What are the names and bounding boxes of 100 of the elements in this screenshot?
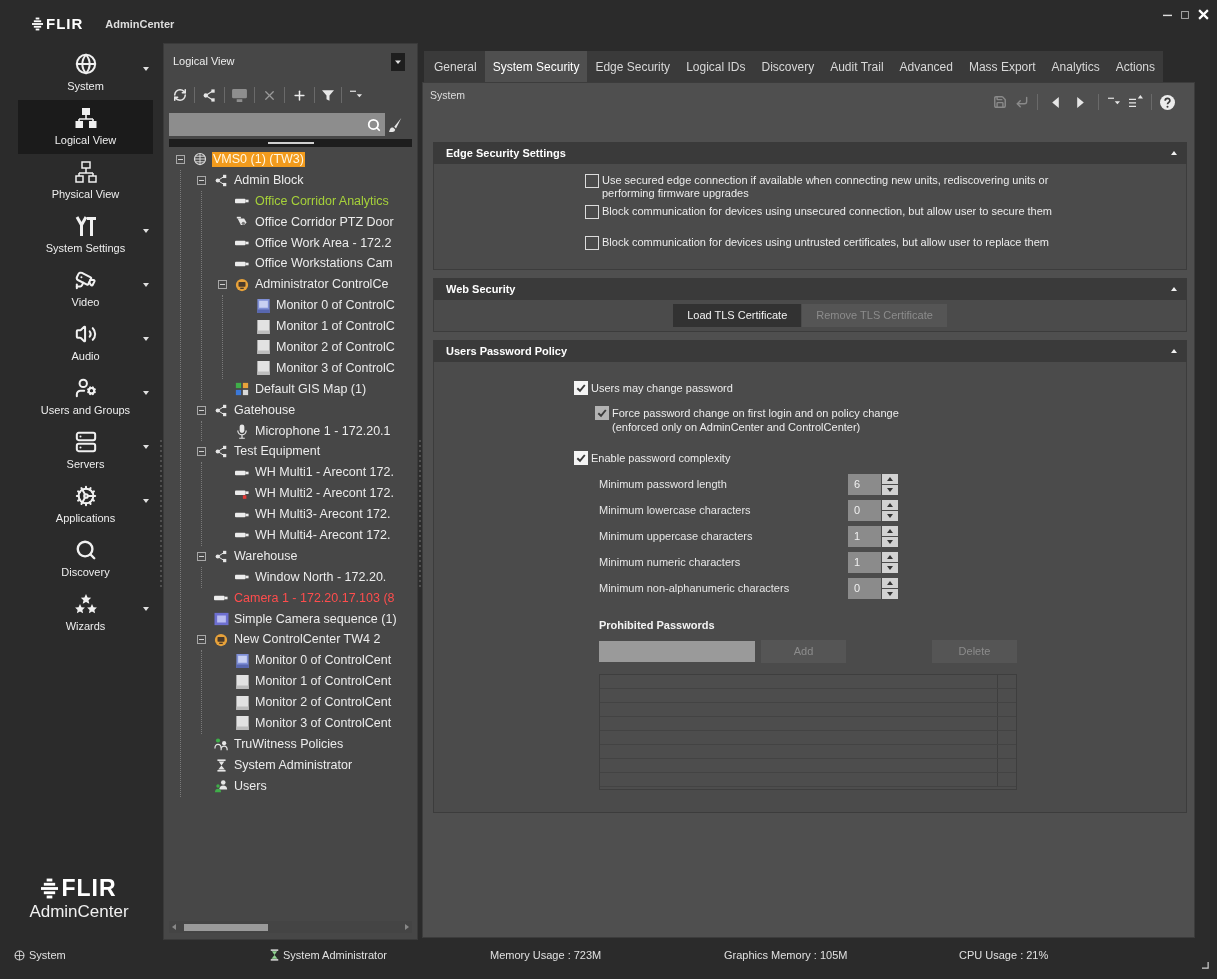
nav-item[interactable]: Servers — [18, 424, 153, 478]
tree-item[interactable]: System Administrator — [233, 757, 354, 773]
tree-item[interactable]: Monitor 3 of ControlCent — [254, 716, 393, 731]
tree-item[interactable]: Admin Block — [233, 172, 305, 188]
tree-item[interactable]: Administrator ControlCe — [254, 277, 390, 293]
collapse-toggle-icon[interactable] — [196, 447, 206, 457]
spin-down-button[interactable] — [882, 588, 898, 599]
password-input[interactable] — [599, 640, 755, 662]
tab[interactable]: Analytics — [1043, 51, 1108, 82]
nav-item[interactable]: System — [18, 46, 153, 100]
previous-icon[interactable] — [1052, 96, 1059, 108]
maximize-icon[interactable] — [1181, 10, 1189, 19]
collapse-toggle-icon[interactable] — [196, 405, 206, 415]
tree-item[interactable]: Warehouse — [233, 548, 299, 564]
tree-item[interactable]: Monitor 0 of ControlCent — [254, 653, 393, 669]
tree-item[interactable]: Monitor 1 of ControlC — [275, 319, 396, 335]
spin-up-button[interactable] — [882, 551, 898, 562]
checkbox[interactable] — [585, 174, 599, 188]
spin-down-button[interactable] — [882, 562, 898, 573]
nav-item[interactable]: Wizards — [18, 586, 153, 640]
prohibited-title: Prohibited Passwords — [599, 618, 715, 633]
tree-item[interactable]: Office Corridor Analytics — [254, 193, 390, 209]
tree-item[interactable]: Office Corridor PTZ Door — [254, 214, 395, 230]
splitter-bar[interactable] — [169, 139, 412, 147]
tab[interactable]: Advanced — [891, 51, 961, 82]
spin-up-button[interactable] — [882, 473, 898, 484]
spinner-label: Minimum password length — [599, 476, 728, 492]
tab[interactable]: Audit Trail — [822, 51, 892, 82]
collapse-toggle-icon[interactable] — [196, 635, 206, 645]
collapse-caret-icon[interactable] — [1171, 151, 1177, 155]
collapse-toggle-icon[interactable] — [175, 154, 185, 164]
nav-item[interactable]: Logical View — [18, 100, 153, 154]
refresh-icon[interactable] — [173, 88, 187, 102]
checkbox[interactable] — [585, 205, 599, 219]
nav-item[interactable]: Applications — [18, 478, 153, 532]
spin-up-button[interactable] — [882, 525, 898, 536]
collapse-toggle-icon[interactable] — [217, 280, 227, 290]
close-icon[interactable] — [1198, 9, 1209, 20]
help-icon[interactable] — [1160, 94, 1175, 110]
tree-item[interactable]: TruWitness Policies — [233, 736, 345, 752]
tab[interactable]: System Security — [484, 51, 588, 82]
tab[interactable]: Mass Export — [960, 51, 1044, 82]
spin-down-button[interactable] — [882, 510, 898, 521]
collapse-caret-icon[interactable] — [1171, 287, 1177, 291]
search-field[interactable] — [169, 113, 385, 136]
brush-icon[interactable] — [389, 116, 403, 133]
tree-item[interactable]: Monitor 2 of ControlCent — [254, 695, 393, 711]
nav-item[interactable]: Audio — [18, 316, 153, 370]
next-icon[interactable] — [1077, 96, 1084, 108]
status-text: Graphics Memory : 105M — [724, 948, 848, 962]
tree-item[interactable]: WH Multi2 - Arecont 172. — [254, 486, 395, 502]
button[interactable]: Load TLS Certificate — [673, 304, 802, 327]
tree-item[interactable]: WH Multi4- Arecont 172. — [254, 527, 392, 543]
tree-item[interactable]: Simple Camera sequence (1) — [233, 611, 398, 627]
scroll-left-icon[interactable] — [172, 924, 176, 930]
plus-icon[interactable] — [292, 87, 307, 103]
tree-item[interactable]: Monitor 2 of ControlC — [275, 339, 396, 355]
tree-item[interactable]: Gatehouse — [233, 402, 297, 418]
nodes-icon — [214, 403, 228, 417]
tree-item[interactable]: Default GIS Map (1) — [254, 381, 368, 397]
spin-down-button[interactable] — [882, 484, 898, 495]
spin-down-button[interactable] — [882, 536, 898, 547]
share-nodes-icon[interactable] — [202, 87, 217, 103]
tree-item[interactable]: Monitor 3 of ControlC — [275, 360, 396, 376]
section-header[interactable]: Users Password Policy — [433, 340, 1187, 362]
expand-all-icon[interactable] — [1129, 95, 1143, 109]
nav-item[interactable]: System Settings — [18, 208, 153, 262]
tree-item[interactable]: Window North - 172.20. — [254, 569, 388, 585]
tree-item[interactable]: Office Workstations Cam — [254, 256, 394, 272]
tree-item[interactable]: WH Multi1 - Arecont 172. — [254, 465, 395, 481]
spin-up-button[interactable] — [882, 499, 898, 510]
nav-item[interactable]: Video — [18, 262, 153, 316]
spin-up-button[interactable] — [882, 577, 898, 588]
tree-item[interactable]: Microphone 1 - 172.20.1 — [254, 423, 392, 439]
view-selector[interactable]: Logical View — [169, 51, 412, 72]
tree-item[interactable]: New ControlCenter TW4 2 — [233, 632, 382, 648]
collapse-caret-icon[interactable] — [1171, 349, 1177, 353]
tree-item[interactable]: Monitor 0 of ControlC — [275, 298, 396, 314]
tab[interactable]: General — [426, 51, 485, 82]
tree-item[interactable]: Test Equipment — [233, 444, 322, 460]
tab[interactable]: Actions — [1107, 51, 1163, 82]
nav-item[interactable]: Users and Groups — [18, 370, 153, 424]
filter-icon[interactable] — [322, 88, 334, 102]
section-header[interactable]: Edge Security Settings — [433, 142, 1187, 164]
tree-item[interactable]: Office Work Area - 172.2 — [254, 235, 393, 251]
scrollbar-thumb[interactable] — [184, 923, 268, 931]
tab[interactable]: Logical IDs — [678, 51, 754, 82]
display-icon[interactable] — [232, 88, 247, 102]
tab[interactable]: Edge Security — [587, 51, 679, 82]
checkbox[interactable] — [585, 236, 599, 250]
tree-item[interactable]: Monitor 1 of ControlCent — [254, 674, 393, 690]
collapse-toggle-icon[interactable] — [196, 175, 206, 185]
tab[interactable]: Discovery — [753, 51, 823, 82]
nav-item[interactable]: Discovery — [18, 532, 153, 586]
section-header[interactable]: Web Security — [433, 278, 1187, 300]
tree-item[interactable]: WH Multi3- Arecont 172. — [254, 507, 392, 523]
tree-item[interactable]: Users — [233, 778, 268, 794]
scroll-right-icon[interactable] — [405, 924, 409, 930]
collapse-toggle-icon[interactable] — [196, 551, 206, 561]
nav-item[interactable]: Physical View — [18, 154, 153, 208]
